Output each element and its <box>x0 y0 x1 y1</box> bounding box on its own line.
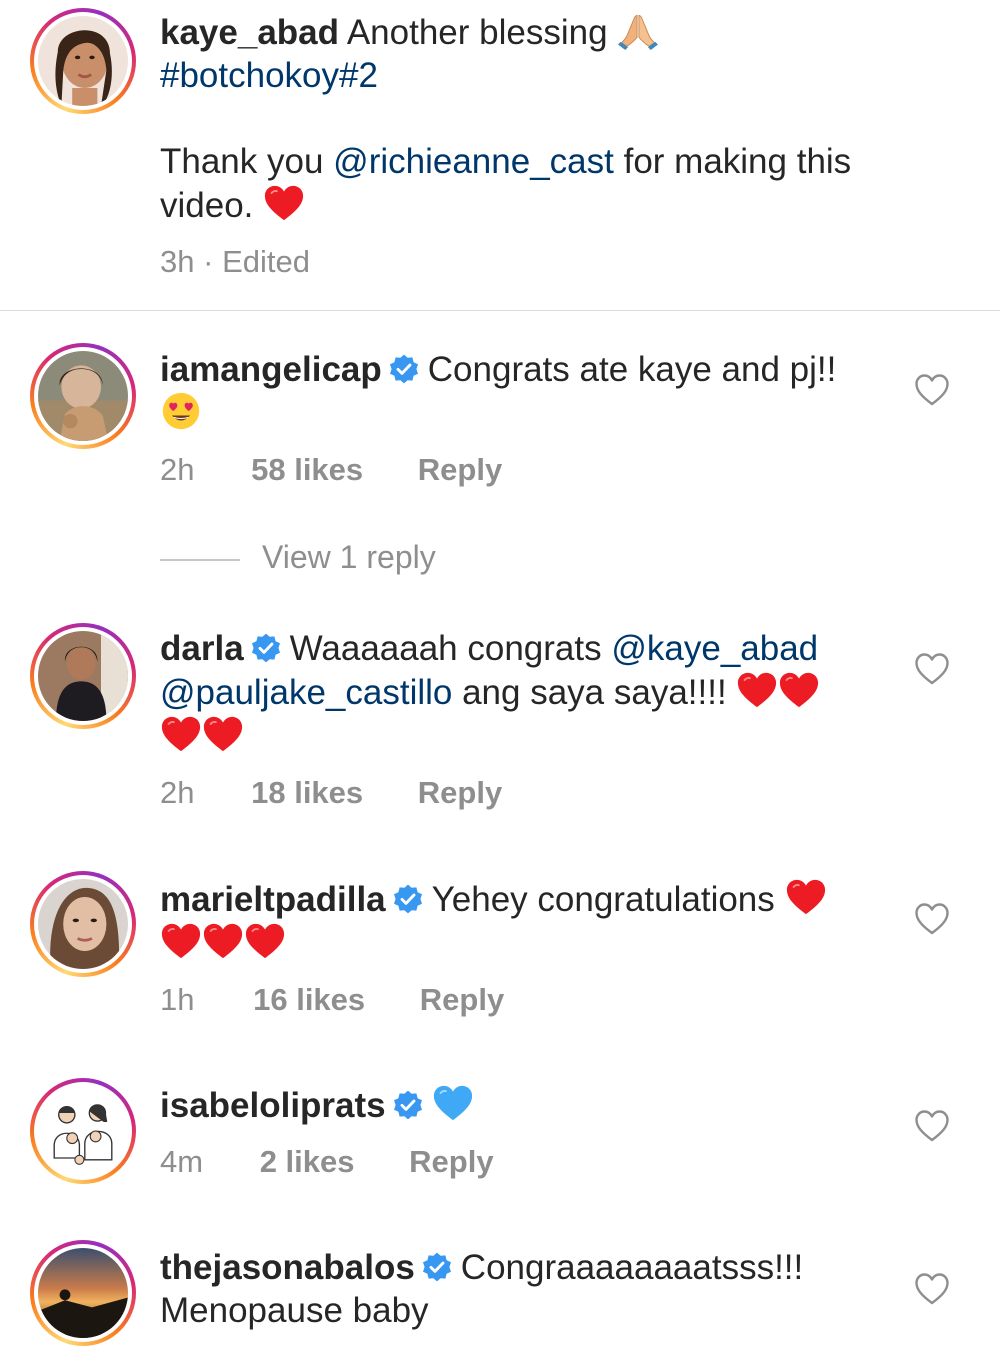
verified-badge-icon <box>250 632 282 664</box>
comment-mention[interactable]: @kaye_abad <box>611 629 818 668</box>
comment-body: Congraaaaaaaatsss!!! <box>460 1248 804 1287</box>
comment-time: 2h <box>160 452 195 487</box>
caption-divider <box>0 310 1000 311</box>
comment-thejasonabalos-text: thejasonabalos Congraaaaaaaatsss!!! Menop… <box>160 1246 890 1332</box>
comment-meta: 2h 58 likes Reply <box>160 450 502 490</box>
red-heart-icon <box>160 714 202 754</box>
comment-likes[interactable]: 58 likes <box>251 450 363 490</box>
red-heart-icon <box>736 670 778 710</box>
comment-likes[interactable]: 2 likes <box>260 1142 355 1182</box>
comment-body-line2: Menopause baby <box>160 1291 429 1330</box>
comment-iamangelicap-text: iamangelicap Congrats ate kaye and pj!! <box>160 348 890 435</box>
caption-text: kaye_abad Another blessing #botchokoy#2 … <box>160 10 890 227</box>
comment-isabeloliprats-text: isabeloliprats <box>160 1083 890 1127</box>
avatar-photo <box>38 879 128 969</box>
caption-thanks-prefix: Thank you <box>160 142 324 181</box>
comment-username[interactable]: isabeloliprats <box>160 1086 386 1125</box>
caption-time: 3h <box>160 244 195 279</box>
red-heart-icon <box>202 714 244 754</box>
like-heart-icon[interactable] <box>914 652 950 686</box>
red-heart-icon <box>160 921 202 961</box>
avatar-thejasonabalos[interactable] <box>30 1240 136 1346</box>
red-heart-icon <box>244 921 286 961</box>
avatar-photo <box>38 16 128 106</box>
comment-meta: 4m 2 likes Reply <box>160 1142 494 1182</box>
comment-body: Yehey congratulations <box>431 880 775 919</box>
comment-username[interactable]: iamangelicap <box>160 350 382 389</box>
avatar-marieltpadilla[interactable] <box>30 871 136 977</box>
view-replies-label: View 1 reply <box>262 539 436 575</box>
comment-meta: 2h 18 likes Reply <box>160 773 502 813</box>
comment-body-prefix: Waaaaaah congrats <box>289 629 602 668</box>
caption-thanks-suffix: for making this <box>623 142 852 181</box>
comment-mention[interactable]: @pauljake_castillo <box>160 673 452 712</box>
verified-badge-icon <box>388 353 420 385</box>
reply-button[interactable]: Reply <box>418 450 502 490</box>
caption-username[interactable]: kaye_abad <box>160 13 339 52</box>
red-heart-icon <box>785 877 827 917</box>
avatar-kaye-abad[interactable] <box>30 8 136 114</box>
comment-time: 2h <box>160 775 195 810</box>
avatar-photo <box>38 1086 128 1176</box>
caption-meta: 3h · Edited <box>160 242 310 282</box>
avatar-darla[interactable] <box>30 623 136 729</box>
comment-username[interactable]: marieltpadilla <box>160 880 386 919</box>
comment-username[interactable]: thejasonabalos <box>160 1248 415 1287</box>
caption-separator: · <box>203 244 214 279</box>
comment-likes[interactable]: 16 likes <box>253 980 365 1020</box>
avatar-iamangelicap[interactable] <box>30 343 136 449</box>
caption-edited: Edited <box>222 244 310 279</box>
avatar-isabeloliprats[interactable] <box>30 1078 136 1184</box>
comment-time: 1h <box>160 982 195 1017</box>
caption-hashtag[interactable]: #botchokoy#2 <box>160 56 378 95</box>
avatar-photo <box>38 631 128 721</box>
heart-eyes-icon <box>160 391 202 431</box>
like-heart-icon[interactable] <box>914 902 950 936</box>
comment-meta: 1h 16 likes Reply <box>160 980 504 1020</box>
red-heart-icon <box>202 921 244 961</box>
verified-badge-icon <box>392 1089 424 1121</box>
reply-button[interactable]: Reply <box>420 980 504 1020</box>
reply-button[interactable]: Reply <box>409 1142 493 1182</box>
like-heart-icon[interactable] <box>914 1272 950 1306</box>
comment-username[interactable]: darla <box>160 629 244 668</box>
red-heart-icon <box>778 670 820 710</box>
folded-hands-icon <box>617 10 659 50</box>
verified-badge-icon <box>421 1251 453 1283</box>
comment-darla-text: darla Waaaaaah congrats @kaye_abad @paulj… <box>160 627 890 758</box>
red-heart-icon <box>263 183 305 223</box>
comment-marieltpadilla-text: marieltpadilla Yehey congratulations <box>160 877 890 965</box>
reply-button[interactable]: Reply <box>418 773 502 813</box>
avatar-photo <box>38 351 128 441</box>
avatar-photo <box>38 1248 128 1338</box>
replies-divider-line <box>160 558 240 561</box>
comment-body: Congrats ate kaye and pj!! <box>427 350 837 389</box>
like-heart-icon[interactable] <box>914 1109 950 1143</box>
comment-body-suffix: ang saya saya!!!! <box>462 673 727 712</box>
caption-body: Another blessing <box>346 13 608 52</box>
comment-time: 4m <box>160 1144 204 1179</box>
caption-mention[interactable]: @richieanne_cast <box>333 142 614 181</box>
view-replies-button[interactable]: View 1 reply <box>160 537 436 577</box>
like-heart-icon[interactable] <box>914 373 950 407</box>
blue-heart-icon <box>432 1083 474 1123</box>
comment-likes[interactable]: 18 likes <box>251 773 363 813</box>
caption-thanks-line2: video. <box>160 186 254 225</box>
verified-badge-icon <box>392 883 424 915</box>
